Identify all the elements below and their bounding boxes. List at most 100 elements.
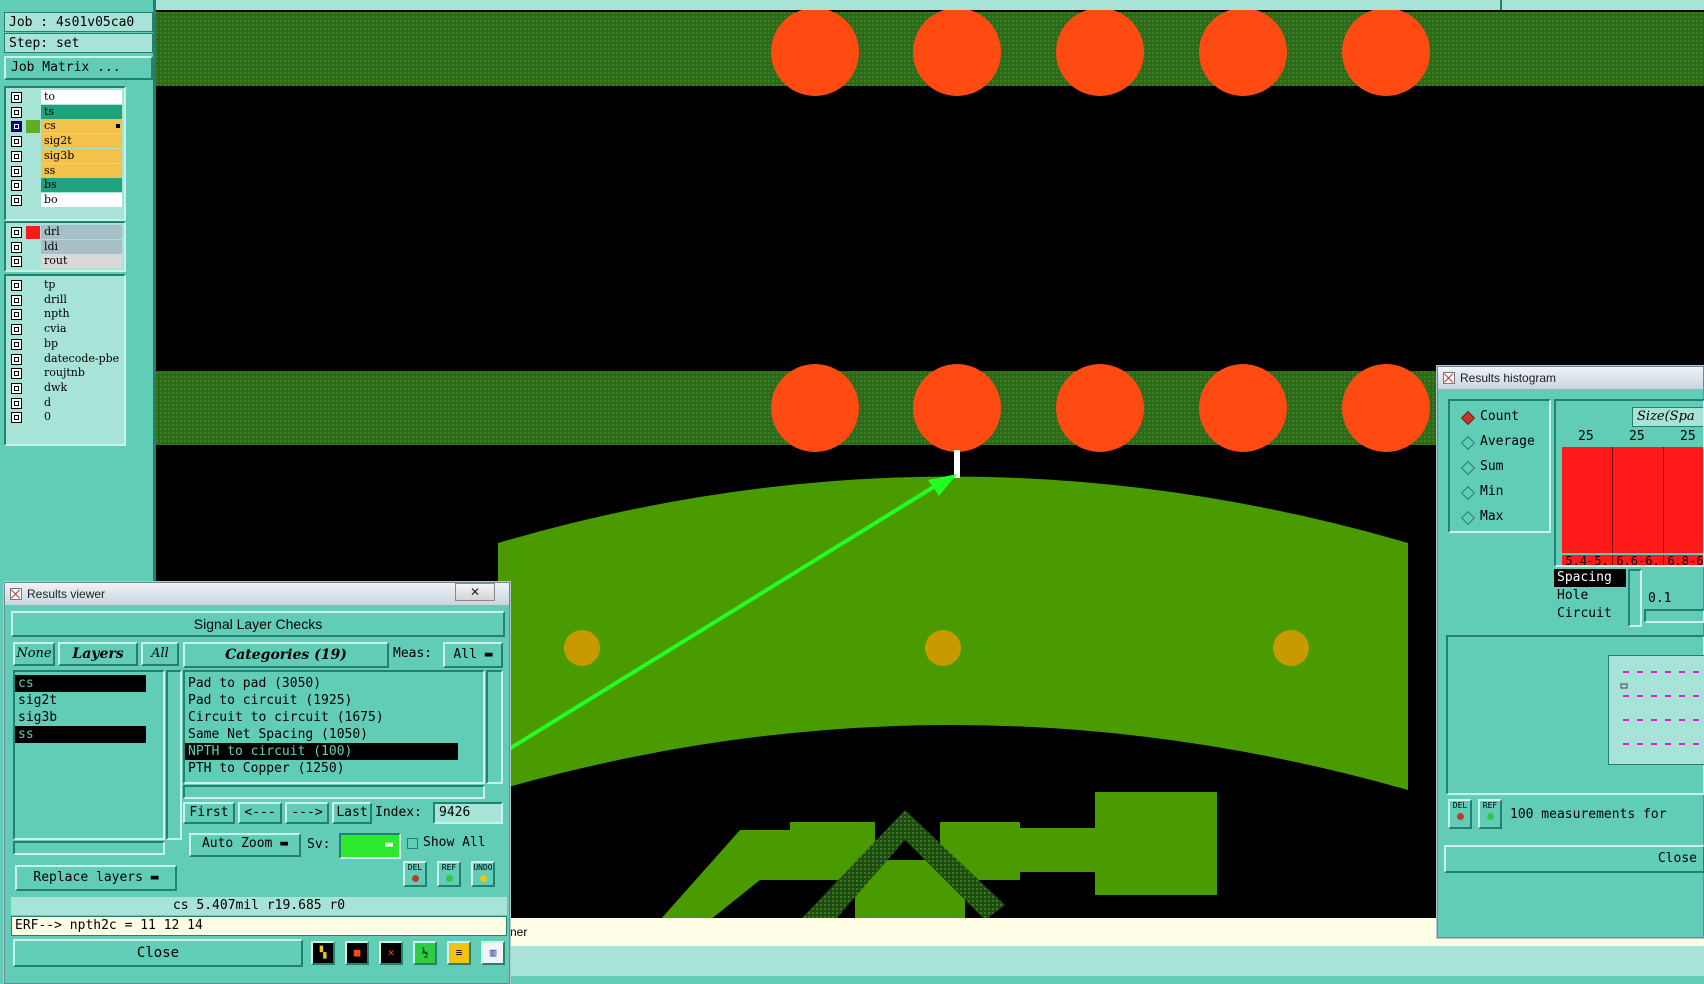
layer-row-cvia[interactable]: cvia xyxy=(8,322,124,337)
hist-del-button-2[interactable]: DEL xyxy=(1448,799,1472,829)
close-button[interactable]: Close xyxy=(13,939,303,967)
layer-checkbox[interactable] xyxy=(11,227,22,238)
layer-row-d[interactable]: d xyxy=(8,395,124,411)
layer-list-hscroll[interactable] xyxy=(13,841,165,855)
result-layer-item[interactable]: ss xyxy=(15,726,146,743)
aggregate-option-sum[interactable]: Sum xyxy=(1460,457,1503,477)
category-item[interactable]: Circuit to circuit (1675) xyxy=(185,709,458,726)
layer-row-0[interactable]: 0 xyxy=(8,410,124,425)
first-button[interactable]: First xyxy=(183,802,235,824)
type-scrollbar[interactable] xyxy=(1628,569,1642,627)
hist-ref-button-2[interactable]: REF xyxy=(1478,799,1502,829)
layer-checkbox[interactable] xyxy=(11,382,22,394)
clear-icon[interactable]: ✕ xyxy=(379,941,403,965)
histogram-bar[interactable] xyxy=(1613,447,1664,553)
category-item[interactable]: Pad to circuit (1925) xyxy=(185,692,458,709)
category-item[interactable]: PTH to Copper (1250) xyxy=(185,760,458,777)
category-item[interactable]: Same Net Spacing (1050) xyxy=(185,726,458,743)
results-viewer-titlebar[interactable]: Results viewer ✕ xyxy=(5,583,509,605)
layer-row-drl[interactable]: drl xyxy=(8,225,124,240)
layer-checkbox[interactable] xyxy=(11,241,22,253)
layer-checkbox[interactable] xyxy=(11,165,22,177)
layers-toggle-icon[interactable]: ▚ xyxy=(311,941,335,965)
type-list[interactable]: Spacing Hole Circuit xyxy=(1554,569,1626,627)
layer-checkbox[interactable] xyxy=(11,194,22,206)
show-all-checkbox[interactable] xyxy=(407,838,418,849)
undo-button[interactable]: UNDO xyxy=(471,861,495,887)
layer-row-to[interactable]: to xyxy=(8,90,124,105)
categories-scrollbar[interactable] xyxy=(486,670,503,784)
histogram-bar[interactable] xyxy=(1562,447,1613,553)
layer-row-tp[interactable]: tp xyxy=(8,278,124,293)
none-button[interactable]: None xyxy=(13,642,55,666)
type-item[interactable]: Spacing xyxy=(1554,569,1626,587)
categories-hscroll[interactable] xyxy=(183,785,485,799)
job-matrix-button[interactable]: Job Matrix ... xyxy=(4,56,153,80)
category-item[interactable]: Pad to pad (3050) xyxy=(185,675,458,692)
type-item[interactable]: Circuit xyxy=(1554,605,1626,623)
layer-row-ts[interactable]: ts xyxy=(8,104,124,120)
last-button[interactable]: Last xyxy=(332,802,372,824)
histogram-close-button[interactable]: Close xyxy=(1444,845,1704,873)
layer-checkbox[interactable] xyxy=(11,150,22,162)
aggregate-option-min[interactable]: Min xyxy=(1460,482,1503,502)
layer-row-bs[interactable]: bs xyxy=(8,178,124,193)
layer-results-list[interactable]: cs sig2t sig3b ss xyxy=(13,670,165,840)
result-layer-item[interactable]: sig2t xyxy=(15,692,146,709)
layers-button[interactable]: Layers xyxy=(58,642,138,666)
layer-row-npth[interactable]: npth xyxy=(8,307,124,322)
categories-button[interactable]: Categories (19) xyxy=(183,642,389,668)
scale-slider[interactable] xyxy=(1644,609,1704,623)
auto-zoom-dropdown[interactable]: Auto Zoom ▬ xyxy=(189,833,301,857)
meas-dropdown[interactable]: All ▬ xyxy=(443,642,503,668)
layer-row-bo[interactable]: bo xyxy=(8,192,124,208)
type-item[interactable]: Hole xyxy=(1554,587,1626,605)
layer-checkbox[interactable] xyxy=(11,180,22,192)
aggregate-option-count[interactable]: Count xyxy=(1460,407,1519,427)
layer-checkbox[interactable] xyxy=(11,136,22,148)
layer-checkbox[interactable] xyxy=(11,338,22,350)
histogram-bar[interactable] xyxy=(1664,447,1703,553)
result-layer-item[interactable]: cs xyxy=(15,675,146,692)
layer-row-ss[interactable]: ss xyxy=(8,163,124,179)
layer-checkbox[interactable] xyxy=(11,92,22,103)
report-icon[interactable]: ≡ xyxy=(447,941,471,965)
layer-list-scrollbar[interactable] xyxy=(166,670,182,840)
histogram-titlebar[interactable]: Results histogram xyxy=(1438,367,1703,389)
close-icon[interactable]: ✕ xyxy=(455,583,495,601)
del-button[interactable]: DEL xyxy=(403,861,427,887)
layer-row-cs[interactable]: cs xyxy=(8,119,124,134)
layer-row-roujtnb[interactable]: roujtnb xyxy=(8,366,124,381)
layer-checkbox[interactable] xyxy=(11,294,22,306)
layer-row-ldi[interactable]: ldi xyxy=(8,239,124,255)
layer-checkbox[interactable] xyxy=(11,256,22,268)
layer-checkbox[interactable] xyxy=(11,106,22,118)
all-layers-button[interactable]: All xyxy=(141,642,179,666)
category-item[interactable]: NPTH to circuit (100) xyxy=(185,743,458,760)
layer-checkbox[interactable] xyxy=(11,309,22,321)
layer-row-sig3b[interactable]: sig3b xyxy=(8,148,124,164)
layer-checkbox[interactable] xyxy=(11,280,22,291)
ref-button[interactable]: REF xyxy=(437,861,461,887)
layer-checkbox[interactable] xyxy=(11,412,22,424)
aggregate-option-max[interactable]: Max xyxy=(1460,507,1503,527)
aggregate-option-average[interactable]: Average xyxy=(1460,432,1535,452)
layer-checkbox[interactable] xyxy=(11,121,22,133)
layer-checkbox[interactable] xyxy=(11,353,22,365)
index-field[interactable]: 9426 xyxy=(433,802,503,824)
histogram-icon[interactable]: ▥ xyxy=(481,941,505,965)
layer-checkbox[interactable] xyxy=(11,397,22,409)
layer-checkbox[interactable] xyxy=(11,368,22,380)
result-layer-item[interactable]: sig3b xyxy=(15,709,146,726)
replace-layers-dropdown[interactable]: Replace layers ▬ xyxy=(15,865,177,891)
next-button[interactable]: ---> xyxy=(285,802,329,824)
layer-row-sig2t[interactable]: sig2t xyxy=(8,134,124,149)
prev-button[interactable]: <--- xyxy=(238,802,282,824)
sv-color-dropdown[interactable]: ▬ xyxy=(339,833,401,859)
layer-row-datecode-pbe[interactable]: datecode-pbe xyxy=(8,351,124,367)
categories-list[interactable]: Pad to pad (3050) Pad to circuit (1925) Ci… xyxy=(183,670,485,784)
layer-row-drill[interactable]: drill xyxy=(8,292,124,308)
layer-checkbox[interactable] xyxy=(11,324,22,336)
layer-row-rout[interactable]: rout xyxy=(8,254,124,269)
highlight-icon[interactable]: ■ xyxy=(345,941,369,965)
